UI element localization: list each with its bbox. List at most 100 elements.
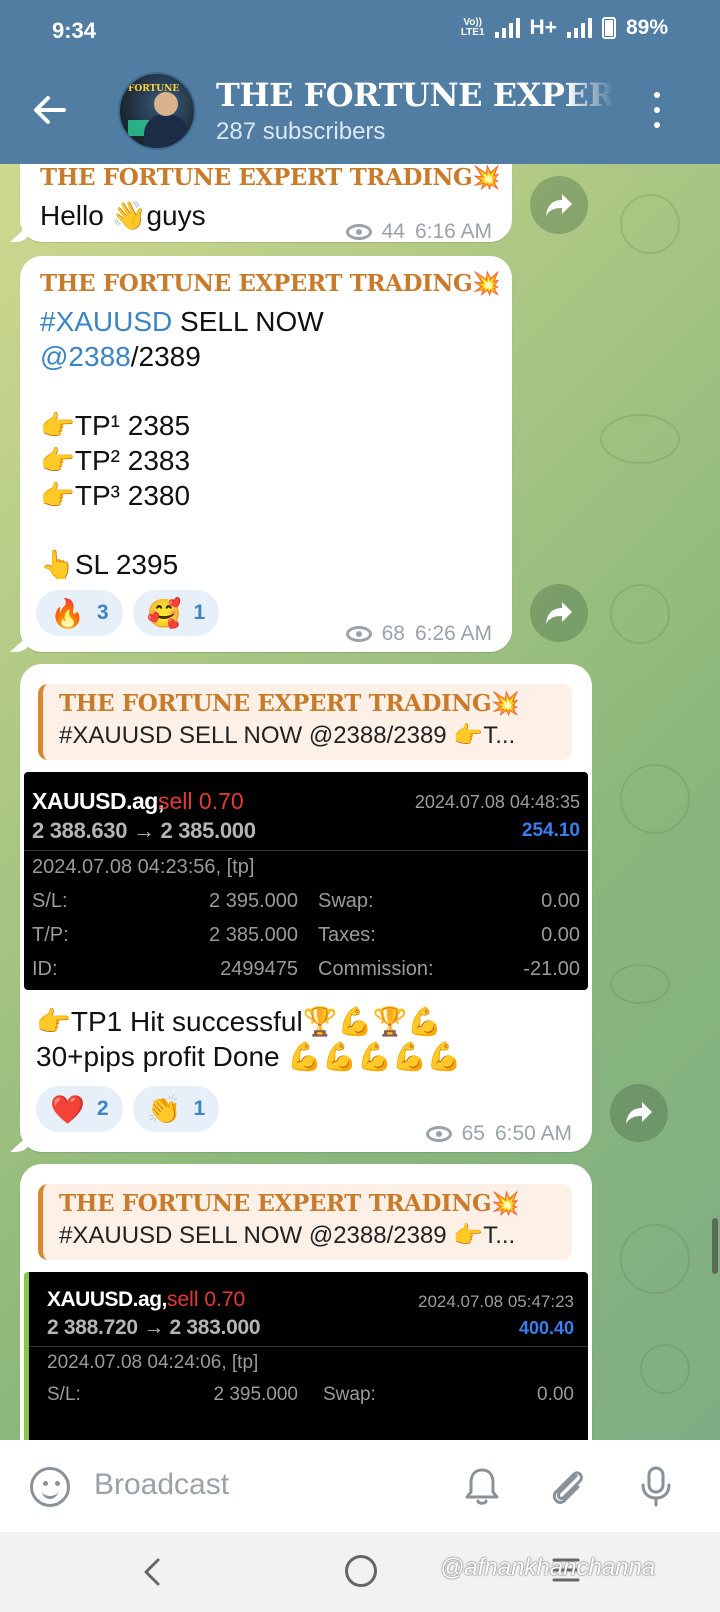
taxes-value: 0.00 xyxy=(541,924,580,946)
reaction-chip[interactable]: ❤️ 2 xyxy=(36,1086,123,1132)
trade-symbol: XAUUSD.ag, xyxy=(47,1288,167,1311)
tp-label: T/P: xyxy=(32,924,69,946)
sl-value: 2 395.000 xyxy=(209,890,298,912)
nav-back-icon[interactable] xyxy=(140,1558,164,1586)
share-arrow-icon xyxy=(546,602,572,624)
back-arrow-icon[interactable] xyxy=(30,90,70,130)
divider xyxy=(24,850,588,851)
view-count: 44 xyxy=(381,220,405,243)
subscriber-count: 287 subscribers xyxy=(216,118,386,145)
reactions: 🔥 3 🥰 1 xyxy=(36,590,229,636)
message-line: 👉TP¹ 2385 xyxy=(40,410,191,441)
trade-open-date: 2024.07.08 04:23:56, [tp] xyxy=(32,856,255,878)
nav-home-icon[interactable] xyxy=(345,1555,377,1587)
trade-side: sell 0.70 xyxy=(167,1288,246,1311)
trade-symbol: XAUUSD.ag, xyxy=(32,788,164,814)
message-line: 👉TP² 2383 xyxy=(40,445,191,476)
channel-title[interactable]: THE FORTUNE EXPERT TRADING xyxy=(216,76,614,114)
message-line: 👆SL 2395 xyxy=(40,549,179,580)
status-icons: Vo)) LTE1 H+ 89% xyxy=(461,16,668,40)
watermark: @afnankhanchanna xyxy=(440,1554,656,1581)
doodle-decoration xyxy=(620,194,680,254)
reaction-chip[interactable]: 🔥 3 xyxy=(36,590,123,636)
doodle-decoration xyxy=(610,964,670,1004)
trade-screenshot[interactable]: XAUUSD.ag, sell 0.70 2024.07.08 05:47:23… xyxy=(24,1272,588,1440)
scrollbar-thumb[interactable] xyxy=(712,1218,718,1274)
message-bubble[interactable]: THE FORTUNE EXPERT TRADING💥 #XAUUSD SELL… xyxy=(20,1164,592,1440)
reply-sender: THE FORTUNE EXPERT TRADING💥 xyxy=(59,690,520,717)
message-body: #XAUUSD SELL NOW @2388/2389 👉TP¹ 2385 👉T… xyxy=(40,304,324,582)
message-line: 👉TP³ 2380 xyxy=(40,480,191,511)
reaction-chip[interactable]: 🥰 1 xyxy=(132,590,220,636)
signal-icon xyxy=(494,18,520,38)
message-input-bar: Broadcast xyxy=(0,1440,720,1532)
broadcast-input[interactable]: Broadcast xyxy=(94,1468,229,1502)
sl-value: 2 395.000 xyxy=(213,1384,298,1405)
doodle-decoration xyxy=(620,764,690,834)
bell-icon[interactable] xyxy=(460,1464,504,1508)
swap-value: 0.00 xyxy=(541,890,580,912)
message-sender: THE FORTUNE EXPERT TRADING💥 xyxy=(40,164,501,191)
share-button[interactable] xyxy=(530,176,588,234)
message-bubble[interactable]: THE FORTUNE EXPERT TRADING💥 #XAUUSD SELL… xyxy=(20,256,512,652)
chat-area[interactable]: THE FORTUNE EXPERT TRADING💥 Hello 👋guys … xyxy=(0,164,720,1440)
commission-label: Commission: xyxy=(318,958,434,980)
reaction-chip[interactable]: 👏 1 xyxy=(132,1086,220,1132)
emoji-icon[interactable] xyxy=(30,1467,70,1507)
share-arrow-icon xyxy=(626,1102,652,1124)
trade-profit: 254.10 xyxy=(521,820,580,841)
trade-prices: 2 388.720 → 2 383.000 xyxy=(47,1316,261,1339)
network-type: H+ xyxy=(529,16,557,39)
commission-value: -21.00 xyxy=(523,958,580,980)
swap-label: Swap: xyxy=(318,890,374,912)
message-time: 6:26 AM xyxy=(414,622,492,645)
swap-label: Swap: xyxy=(323,1384,376,1405)
message-line: 👉TP1 Hit successful🏆💪🏆💪 xyxy=(36,1006,443,1037)
message-bubble[interactable]: THE FORTUNE EXPERT TRADING💥 #XAUUSD SELL… xyxy=(20,664,592,1152)
share-button[interactable] xyxy=(610,1084,668,1142)
trade-profit: 400.40 xyxy=(518,1318,574,1338)
message-line: #XAUUSD SELL NOW xyxy=(40,306,324,337)
message-meta: 65 6:50 AM xyxy=(425,1122,572,1146)
mention-link[interactable]: @2388 xyxy=(40,341,131,372)
system-nav-bar: @afnankhanchanna xyxy=(0,1532,720,1612)
share-button[interactable] xyxy=(530,584,588,642)
view-count: 68 xyxy=(381,622,405,645)
microphone-icon[interactable] xyxy=(634,1464,678,1508)
message-text: Hello 👋guys xyxy=(40,200,206,231)
trade-side: sell 0.70 xyxy=(158,788,244,814)
trade-screenshot[interactable]: XAUUSD.ag, sell 0.70 2024.07.08 04:48:35… xyxy=(24,772,588,990)
message-line: 30+pips profit Done 💪💪💪💪💪 xyxy=(36,1041,462,1072)
status-bar: 9:34 Vo)) LTE1 H+ 89% xyxy=(0,0,720,60)
app-header: 9:34 Vo)) LTE1 H+ 89% FORTUNE THE FORTUNE… xyxy=(0,0,720,164)
views-eye-icon xyxy=(345,626,372,642)
message-time: 6:16 AM xyxy=(414,220,492,243)
view-count: 65 xyxy=(461,1122,485,1145)
reactions: ❤️ 2 👏 1 xyxy=(36,1086,229,1132)
message-meta: 44 6:16 AM xyxy=(345,220,492,244)
views-eye-icon xyxy=(345,224,372,240)
volte-icon: Vo)) LTE1 xyxy=(460,17,485,38)
id-value: 2499475 xyxy=(220,958,298,980)
doodle-decoration xyxy=(600,414,680,464)
attach-icon[interactable] xyxy=(546,1464,590,1508)
trade-prices: 2 388.630 → 2 385.000 xyxy=(32,818,256,843)
tp-value: 2 385.000 xyxy=(209,924,298,946)
more-menu-icon[interactable] xyxy=(650,92,664,128)
message-sender: THE FORTUNE EXPERT TRADING💥 xyxy=(40,270,501,297)
swap-value: 0.00 xyxy=(537,1384,574,1405)
reply-preview[interactable]: THE FORTUNE EXPERT TRADING💥 #XAUUSD SELL… xyxy=(38,684,572,760)
channel-avatar[interactable]: FORTUNE xyxy=(118,72,196,150)
reply-text: #XAUUSD SELL NOW @2388/2389 👉T... xyxy=(59,722,516,749)
status-time: 9:34 xyxy=(52,18,97,43)
sl-label: S/L: xyxy=(32,890,68,912)
signal-icon-2 xyxy=(566,18,592,38)
trade-close-date: 2024.07.08 04:48:35 xyxy=(414,792,580,812)
trade-close-date: 2024.07.08 05:47:23 xyxy=(418,1292,574,1311)
reply-preview[interactable]: THE FORTUNE EXPERT TRADING💥 #XAUUSD SELL… xyxy=(38,1184,572,1260)
message-bubble[interactable]: THE FORTUNE EXPERT TRADING💥 Hello 👋guys … xyxy=(20,164,512,244)
reply-sender: THE FORTUNE EXPERT TRADING💥 xyxy=(59,1190,520,1217)
hashtag-link[interactable]: #XAUUSD xyxy=(40,306,172,337)
